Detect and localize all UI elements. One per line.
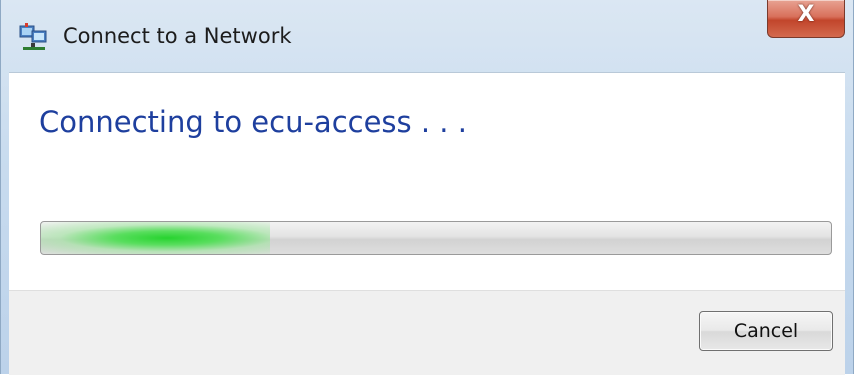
close-button[interactable]: X — [767, 0, 845, 38]
progress-indicator — [41, 222, 271, 254]
connection-progress-bar — [40, 221, 832, 255]
window-title: Connect to a Network — [63, 24, 292, 48]
dialog-content: Connecting to ecu-access . . . — [9, 72, 845, 291]
connecting-heading: Connecting to ecu-access . . . — [39, 105, 467, 139]
title-bar[interactable]: Connect to a Network X — [1, 0, 853, 72]
dialog-footer: Cancel — [9, 290, 845, 375]
connect-dialog-window: Connect to a Network X Connecting to ecu… — [0, 0, 854, 375]
close-icon: X — [797, 2, 815, 27]
cancel-button[interactable]: Cancel — [699, 311, 833, 351]
network-icon — [19, 23, 47, 50]
